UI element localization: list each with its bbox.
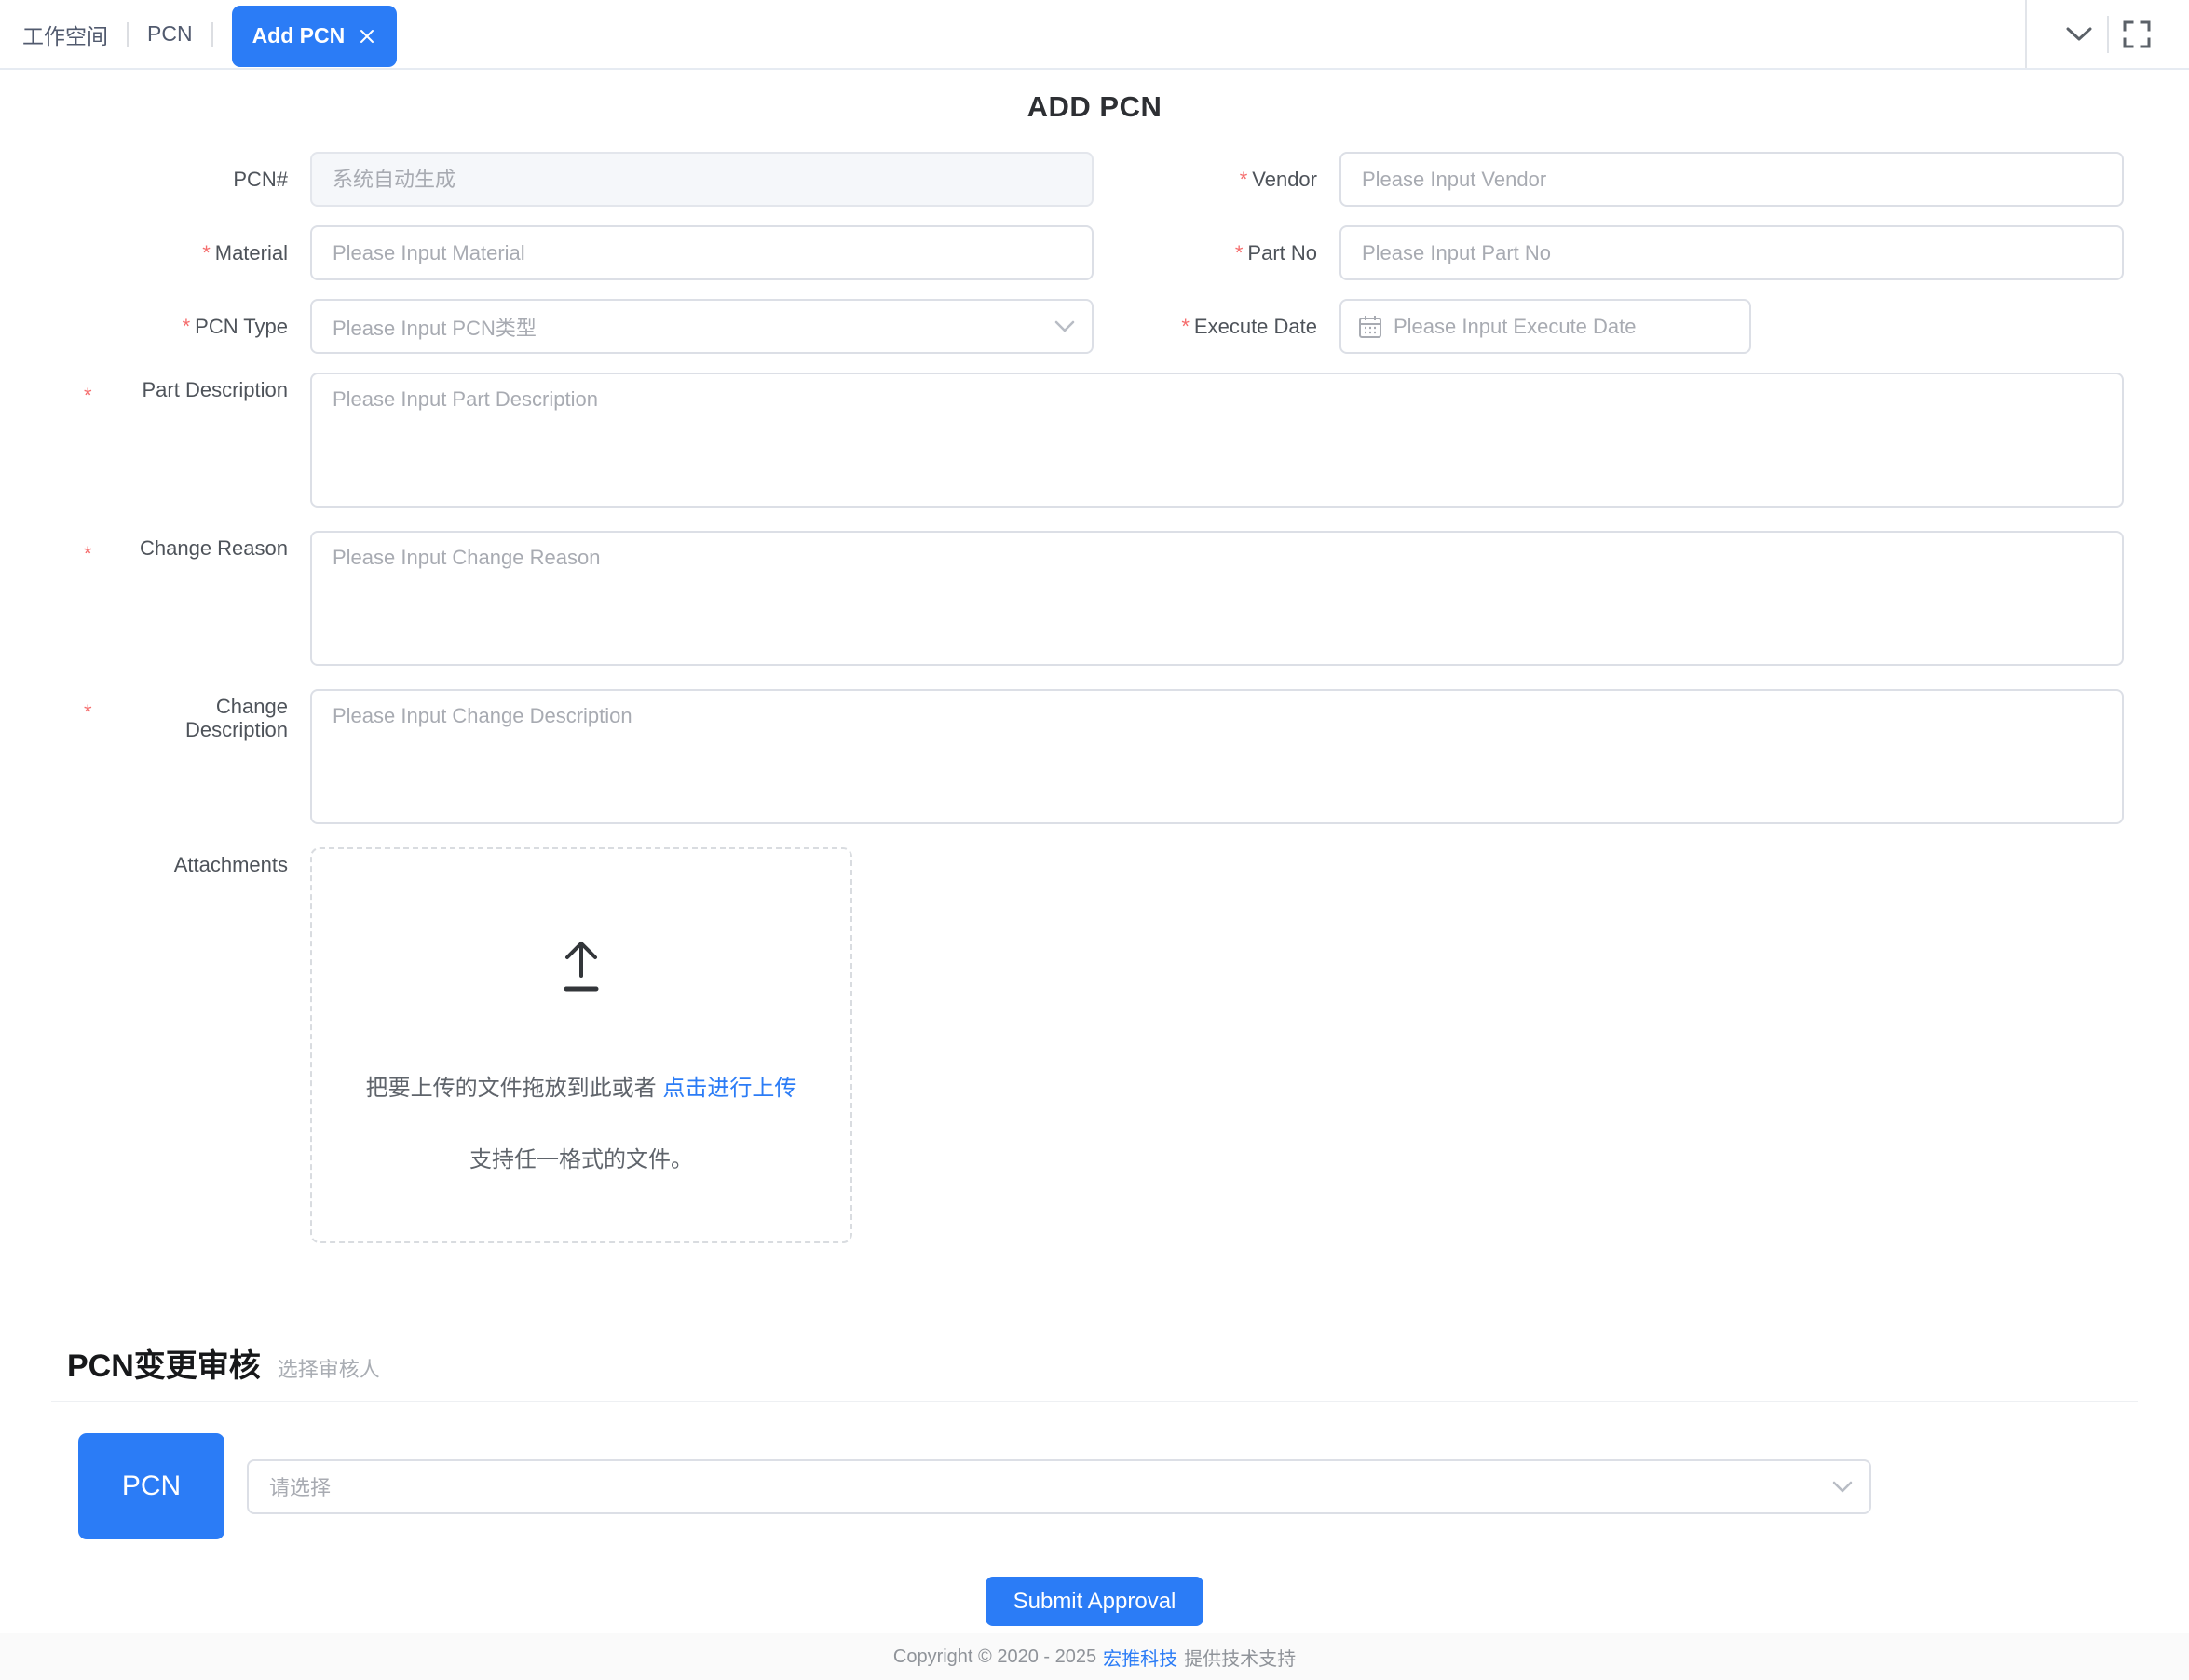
submit-approval-button[interactable]: Submit Approval [986, 1577, 1204, 1626]
pcn-number-field-cell [310, 152, 1094, 207]
execute-date-placeholder: Please Input Execute Date [1394, 315, 1637, 339]
attachments-field-cell: 把要上传的文件拖放到此或者 点击进行上传 支持任一格式的文件。 [310, 847, 2124, 1243]
part-description-field-cell [310, 373, 2124, 512]
tab-add-pcn-active[interactable]: Add PCN [232, 6, 398, 67]
dropzone-text: 把要上传的文件拖放到此或者 点击进行上传 [366, 1069, 797, 1102]
pcn-review-section: PCN变更审核 选择审核人 PCN 请选择 [51, 1340, 2138, 1539]
pcn-number-label: PCN# [84, 152, 288, 207]
calendar-icon [1358, 315, 1382, 339]
page-title: ADD PCN [0, 90, 2189, 124]
tab-divider [211, 22, 213, 47]
change-description-field-cell [310, 689, 2124, 829]
pcn-number-input[interactable] [310, 152, 1094, 207]
required-marker: * [84, 536, 92, 565]
required-marker: * [202, 241, 211, 264]
vendor-field-cell [1339, 152, 2124, 207]
approver-row: PCN 请选择 [51, 1433, 2138, 1539]
dropzone-format-hint: 支持任一格式的文件。 [469, 1141, 693, 1173]
execute-date-field-cell: Please Input Execute Date [1339, 299, 2124, 354]
tab-add-pcn-label: Add PCN [252, 23, 346, 48]
file-dropzone[interactable]: 把要上传的文件拖放到此或者 点击进行上传 支持任一格式的文件。 [310, 847, 852, 1243]
review-section-subtitle: 选择审核人 [278, 1353, 380, 1383]
execute-date-label: *Execute Date [1116, 299, 1317, 354]
tab-divider [127, 22, 129, 47]
submit-row: Submit Approval [0, 1577, 2189, 1626]
chevron-down-icon [1832, 1481, 1853, 1493]
company-link[interactable]: 宏推科技 [1103, 1644, 1177, 1671]
pcn-type-select[interactable]: Please Input PCN类型 [310, 299, 1094, 354]
part-description-label: * Part Description [84, 373, 288, 407]
part-no-field-cell [1339, 225, 2124, 280]
vendor-input[interactable] [1339, 152, 2124, 207]
material-label: *Material [84, 225, 288, 280]
attachments-label: Attachments [84, 847, 288, 876]
change-description-textarea[interactable] [310, 689, 2124, 824]
tab-workspace[interactable]: 工作空间 [22, 19, 108, 50]
vendor-label: *Vendor [1116, 152, 1317, 207]
tab-bar: 工作空间 PCN Add PCN [0, 0, 2189, 70]
required-marker: * [84, 378, 92, 407]
review-header: PCN变更审核 选择审核人 [51, 1340, 2138, 1386]
pcn-step-badge[interactable]: PCN [78, 1433, 224, 1539]
copyright-text: Copyright © 2020 - 2025 [893, 1646, 1096, 1668]
part-description-textarea[interactable] [310, 373, 2124, 508]
change-reason-label: * Change Reason [84, 531, 288, 565]
tabbar-actions [2025, 0, 2189, 68]
pcn-type-field-cell: Please Input PCN类型 [310, 299, 1094, 354]
pcn-type-placeholder: Please Input PCN类型 [333, 312, 537, 342]
change-description-label: * Change Description [84, 689, 288, 742]
pcn-type-label: *PCN Type [84, 299, 288, 354]
fullscreen-icon[interactable] [2109, 12, 2165, 57]
section-divider [51, 1401, 2138, 1402]
change-reason-textarea[interactable] [310, 531, 2124, 666]
required-marker: * [1240, 168, 1248, 191]
footer-suffix: 提供技术支持 [1184, 1644, 1296, 1671]
click-to-upload-link[interactable]: 点击进行上传 [662, 1076, 796, 1101]
approver-select[interactable]: 请选择 [247, 1459, 1871, 1514]
page-footer: Copyright © 2020 - 2025 宏推科技 提供技术支持 [0, 1633, 2189, 1680]
required-marker: * [183, 315, 191, 338]
chevron-down-icon[interactable] [2051, 12, 2107, 57]
execute-date-picker[interactable]: Please Input Execute Date [1339, 299, 1751, 354]
required-marker: * [84, 695, 92, 724]
chevron-down-icon [1054, 320, 1075, 332]
required-marker: * [1181, 315, 1190, 338]
add-pcn-form: PCN# *Vendor *Material *Part No *PCN Typ… [84, 152, 2124, 1243]
change-reason-field-cell [310, 531, 2124, 671]
close-tab-icon[interactable] [358, 27, 376, 46]
upload-icon [551, 935, 612, 996]
approver-placeholder: 请选择 [269, 1471, 331, 1501]
part-no-input[interactable] [1339, 225, 2124, 280]
required-marker: * [1235, 241, 1244, 264]
tab-pcn[interactable]: PCN [147, 21, 193, 47]
part-no-label: *Part No [1116, 225, 1317, 280]
review-section-title: PCN变更审核 [67, 1340, 261, 1386]
material-field-cell [310, 225, 1094, 280]
material-input[interactable] [310, 225, 1094, 280]
